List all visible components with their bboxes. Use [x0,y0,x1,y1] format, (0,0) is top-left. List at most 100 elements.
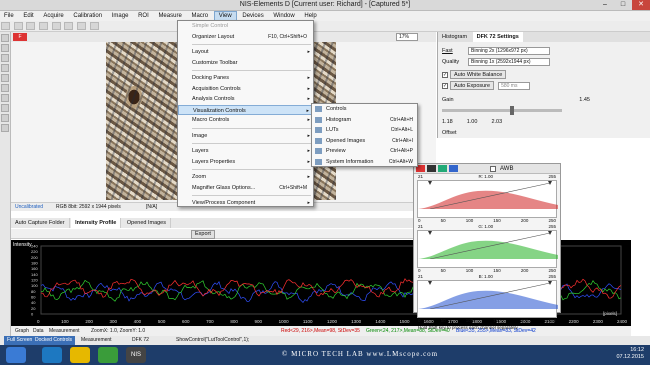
gain-tick-2: 1.00 [466,118,478,125]
exposure-field[interactable]: 580 ms [498,81,531,90]
lut-graph-r[interactable] [417,180,558,218]
toolbar-camera-icon[interactable] [39,22,49,30]
submenu-item-shortcut: Ctrl+Alt+W [388,158,413,165]
plot-x-tick: 600 [182,319,190,324]
graph-tab[interactable]: Graph [15,326,29,336]
right-panel-tabs: Histogram DFK 72 Settings [438,32,650,42]
data-tab[interactable]: Data [33,326,44,336]
menu-item-organizer-layout[interactable]: Organizer Layout F10, Ctrl+Shift+O [178,32,313,43]
toolbar-live-icon[interactable] [51,22,61,30]
submenu-item-luts[interactable]: LUTs Ctrl+Alt+L [312,125,417,136]
auto-white-balance-button[interactable]: Auto White Balance [450,70,507,79]
menu-item-layers-properties[interactable]: Layers Properties ▸ [178,157,313,168]
awb-checkbox[interactable]: ✓ [442,71,448,78]
line-tool-icon[interactable] [1,64,9,72]
menu-item-simple-control[interactable]: Simple Control [178,21,313,32]
menu-item-view-process-component[interactable]: View/Process Component ▸ [178,198,313,209]
select-tool-icon[interactable] [1,34,9,42]
lut-graph-b[interactable] [417,280,558,318]
plot-y-tick: 100 [31,283,38,288]
submenu-arrow-icon: ▸ [307,117,310,123]
tab-auto-capture-folder[interactable]: Auto Capture Folder [11,218,70,228]
plot-y-tick: 140 [31,272,38,277]
roi-tool-icon[interactable] [1,74,9,82]
fast-mode-select[interactable]: Binning 2x (1296x972 px) [468,46,550,55]
auto-exposure-button[interactable]: Auto Exposure [450,81,495,90]
layer-tool-icon[interactable] [1,104,9,112]
tab-dfk72-settings[interactable]: DFK 72 Settings [472,32,523,42]
auto-exposure-checkbox[interactable]: ✓ [442,82,448,89]
plot-x-tick: 1000 [279,319,290,324]
menu-acquire[interactable]: Acquire [39,11,67,21]
menu-file[interactable]: File [0,11,18,21]
menu-roi[interactable]: ROI [134,11,153,21]
measurement-graph-tab[interactable]: Measurement [49,326,80,336]
menu-item-customize-toolbar[interactable]: Customize Toolbar [178,58,313,69]
menu-image[interactable]: Image [108,11,133,21]
close-button[interactable]: ✕ [632,0,650,10]
pan-tool-icon[interactable] [1,54,9,62]
plot-x-tick: 1500 [400,319,411,324]
submenu-item-histogram[interactable]: Histogram Ctrl+Alt+H [312,115,417,126]
lut-graph-g[interactable] [417,230,558,268]
menu-item-acquisition-controls[interactable]: Acquisition Controls ▸ [178,84,313,95]
menu-calibration[interactable]: Calibration [69,11,106,21]
gain-slider[interactable] [438,105,650,116]
document-tab[interactable]: F [13,33,27,41]
export-button[interactable]: Export [191,230,215,239]
zoom-tool-icon[interactable] [1,44,9,52]
calibration-status[interactable]: Uncalibrated [15,203,43,211]
toolbar-macro-icon[interactable] [89,22,99,30]
lut-awb-checkbox[interactable] [490,165,496,172]
quality-mode-select[interactable]: Binning 1x (2592x1944 px) [468,57,550,66]
full-screen-tab[interactable]: Full Screen [4,336,36,345]
menu-item-visualization-controls[interactable]: Visualization Controls ▸ [178,104,313,115]
lut-contrast-icon[interactable] [427,165,436,172]
toolbar-settings-icon[interactable] [77,22,87,30]
zoom-select[interactable]: 17% [396,33,418,41]
menu-item-macro-controls[interactable]: Macro Controls ▸ [178,115,313,126]
menu-item-image[interactable]: Image ▸ [178,131,313,142]
nis-elements-icon[interactable]: NIS [126,347,146,363]
submenu-item-system-information[interactable]: System Information Ctrl+Alt+W [312,157,417,168]
command-line[interactable]: ShowControl("LutToolControl",1); [176,336,249,345]
menu-item-layers[interactable]: Layers ▸ [178,146,313,157]
profile-tool-icon[interactable] [1,124,9,132]
toolbar-save-icon[interactable] [13,22,23,30]
submenu-item-preview[interactable]: Preview Ctrl+Alt+P [312,146,417,157]
menu-item-docking-panes[interactable]: Docking Panes ▸ [178,73,313,84]
tab-histogram[interactable]: Histogram [438,32,471,42]
submenu-item-opened-images[interactable]: Opened Images Ctrl+Alt+I [312,136,417,147]
menu-bar: File Edit Acquire Calibration Image ROI … [0,11,650,21]
menu-item-analysis-controls[interactable]: Analysis Controls ▸ [178,94,313,105]
menu-item-layout[interactable]: Layout ▸ [178,47,313,58]
tab-opened-images[interactable]: Opened Images [123,218,171,228]
gain-slider-thumb[interactable] [510,106,514,115]
menu-item-label: View/Process Component [192,200,256,206]
lut-green-icon[interactable] [438,165,447,172]
chrome-icon[interactable] [98,347,118,363]
menu-item-magnifier-glass-options[interactable]: Magnifier Glass Options... Ctrl+Shift+M [178,183,313,194]
menu-separator [192,127,311,129]
clock[interactable]: 16:12 07.12.2015 [616,347,644,361]
explorer-icon[interactable] [70,347,90,363]
lut-tool-icon[interactable] [1,114,9,122]
tab-intensity-profile[interactable]: Intensity Profile [71,218,122,228]
menu-edit[interactable]: Edit [19,11,37,21]
plot-x-tick: 400 [134,319,142,324]
maximize-button[interactable]: □ [614,0,632,10]
ie-icon[interactable] [42,347,62,363]
toolbar-open-icon[interactable] [1,22,10,30]
lut-axis-tick: 250 [548,318,556,323]
measure-tool-icon[interactable] [1,84,9,92]
docked-controls-tab[interactable]: Docked Controls [32,336,75,345]
submenu-item-controls[interactable]: Controls [312,104,417,115]
start-icon[interactable] [6,347,26,363]
measurement-tab[interactable]: Measurement [78,336,115,345]
text-tool-icon[interactable] [1,94,9,102]
menu-item-zoom[interactable]: Zoom ▸ [178,172,313,183]
toolbar-capture-icon[interactable] [64,22,74,30]
toolbar-print-icon[interactable] [26,22,36,30]
minimize-button[interactable]: – [596,0,614,10]
lut-blue-icon[interactable] [449,165,458,172]
